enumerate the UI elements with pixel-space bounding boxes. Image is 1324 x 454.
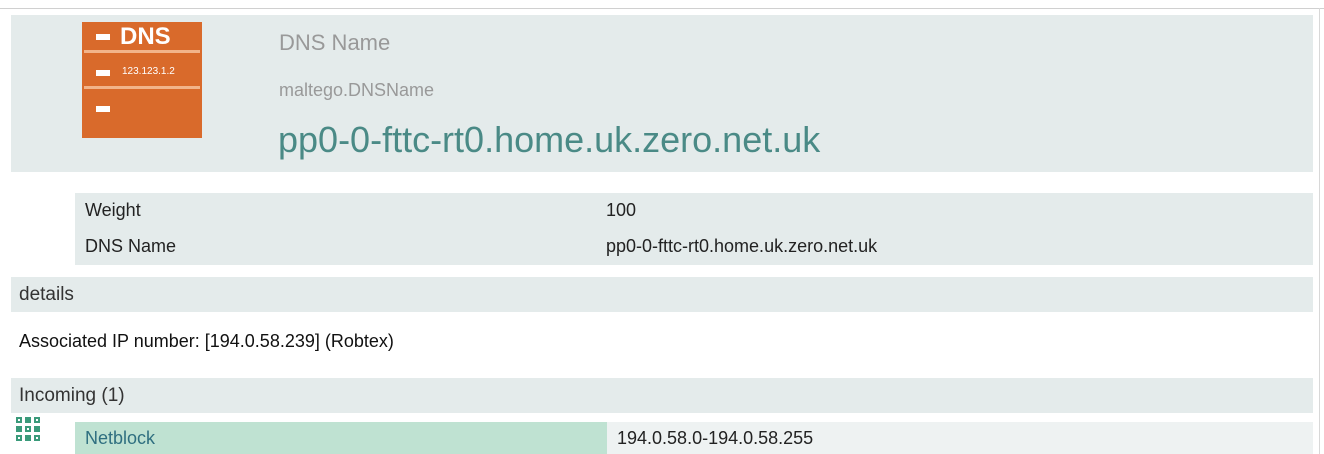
details-text: Associated IP number: [194.0.58.239] (Ro… xyxy=(19,331,394,351)
incoming-section-header: Incoming (1) xyxy=(11,378,1313,413)
incoming-entity-type[interactable]: Netblock xyxy=(75,422,607,454)
dns-icon-label: DNS xyxy=(120,23,171,50)
incoming-title: Incoming (1) xyxy=(19,385,125,406)
dns-server-icon: DNS 123.123.1.2 xyxy=(82,22,202,138)
top-border xyxy=(0,8,1324,9)
dns-icon-sublabel: 123.123.1.2 xyxy=(122,66,175,77)
incoming-item[interactable]: Netblock 194.0.58.0-194.0.58.255 xyxy=(11,416,1313,454)
property-key: Weight xyxy=(85,200,141,220)
incoming-entity-type-label: Netblock xyxy=(85,428,156,448)
details-section-header: details xyxy=(11,277,1313,312)
property-value: pp0-0-fttc-rt0.home.uk.zero.net.uk xyxy=(606,236,878,256)
right-border xyxy=(1319,8,1320,454)
dns-icon-slot xyxy=(96,106,110,112)
property-row: Weight 100 xyxy=(75,193,1313,229)
entity-detail-view: DNS 123.123.1.2 DNS Name maltego.DNSName… xyxy=(0,0,1324,454)
properties-table: Weight 100 DNS Name pp0-0-fttc-rt0.home.… xyxy=(75,193,1313,265)
dns-icon-slot xyxy=(96,70,110,76)
dns-icon-divider xyxy=(84,50,200,53)
property-row: DNS Name pp0-0-fttc-rt0.home.uk.zero.net… xyxy=(75,229,1313,265)
property-key: DNS Name xyxy=(85,236,177,256)
netblock-icon xyxy=(16,417,40,441)
dns-icon-divider xyxy=(84,86,200,89)
details-title: details xyxy=(19,284,74,305)
incoming-entity-value-label: 194.0.58.0-194.0.58.255 xyxy=(617,428,814,448)
entity-value[interactable]: pp0-0-fttc-rt0.home.uk.zero.net.uk xyxy=(278,119,820,161)
dns-icon-slot xyxy=(96,34,110,40)
entity-type-label: DNS Name xyxy=(279,30,391,55)
entity-type-id: maltego.DNSName xyxy=(279,80,435,100)
property-value: 100 xyxy=(606,200,637,220)
incoming-entity-value: 194.0.58.0-194.0.58.255 xyxy=(607,422,1313,454)
